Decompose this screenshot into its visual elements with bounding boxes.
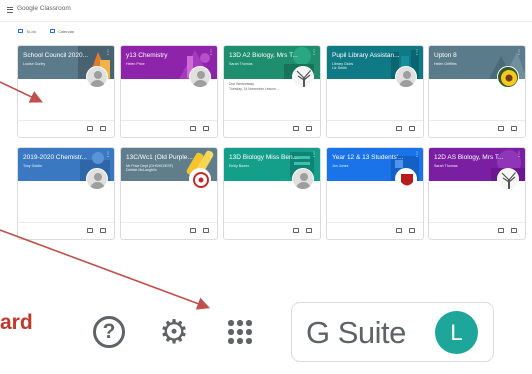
annotation-label: ard bbox=[0, 311, 33, 334]
arrow-to-class-cards bbox=[0, 81, 43, 103]
user-avatar[interactable]: L bbox=[435, 311, 478, 354]
help-icon[interactable]: ? bbox=[93, 316, 125, 348]
apps-grid-icon[interactable] bbox=[226, 318, 254, 346]
settings-icon[interactable]: ⚙ bbox=[158, 315, 190, 348]
gsuite-logo: G Suite bbox=[306, 315, 406, 350]
arrow-to-apps-launcher bbox=[0, 229, 210, 310]
account-chip[interactable]: G Suite L bbox=[291, 302, 494, 362]
